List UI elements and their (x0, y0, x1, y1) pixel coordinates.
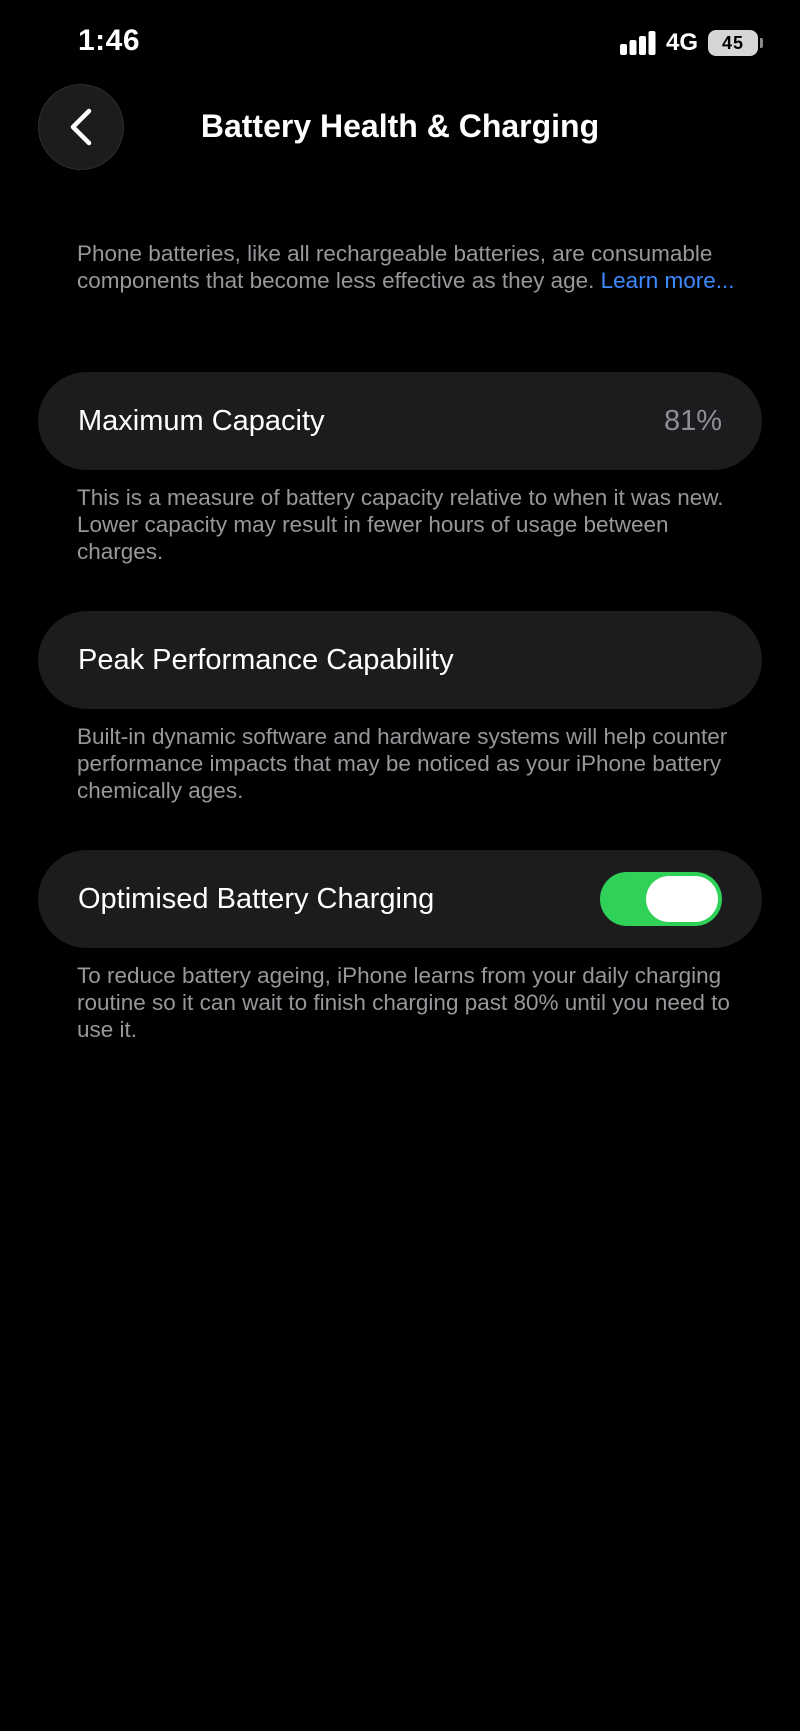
status-time: 1:46 (78, 24, 141, 57)
page-title: Battery Health & Charging (200, 108, 600, 144)
toggle-knob (646, 876, 718, 922)
optimised-charging-toggle[interactable] (600, 872, 722, 926)
peak-performance-description: Built-in dynamic software and hardware s… (77, 724, 728, 803)
battery-level: 45 (721, 32, 745, 53)
network-type: 4G (665, 29, 698, 56)
learn-more-link[interactable]: Learn more... (601, 268, 735, 293)
maximum-capacity-label: Maximum Capacity (78, 404, 325, 437)
status-bar: 1:46 4G 45 (0, 0, 800, 84)
intro-description: Phone batteries, like all rechargeable b… (77, 240, 737, 294)
chevron-left-icon (70, 108, 92, 146)
maximum-capacity-row: Maximum Capacity 81% (38, 372, 762, 470)
optimised-charging-row: Optimised Battery Charging (38, 850, 762, 948)
battery-health-screen: 1:46 4G 45 Battery Health & Charging Pho… (0, 0, 800, 1731)
back-button[interactable] (38, 84, 124, 170)
peak-performance-row: Peak Performance Capability (38, 611, 762, 709)
optimised-charging-description: To reduce battery ageing, iPhone learns … (77, 963, 730, 1042)
signal-bars-icon (619, 31, 656, 55)
maximum-capacity-description: This is a measure of battery capacity re… (77, 485, 724, 564)
battery-icon: 45 (708, 30, 763, 56)
peak-performance-label: Peak Performance Capability (78, 643, 454, 676)
status-indicators: 4G 45 (619, 29, 763, 56)
optimised-charging-label: Optimised Battery Charging (78, 882, 435, 915)
maximum-capacity-value: 81% (663, 404, 722, 437)
